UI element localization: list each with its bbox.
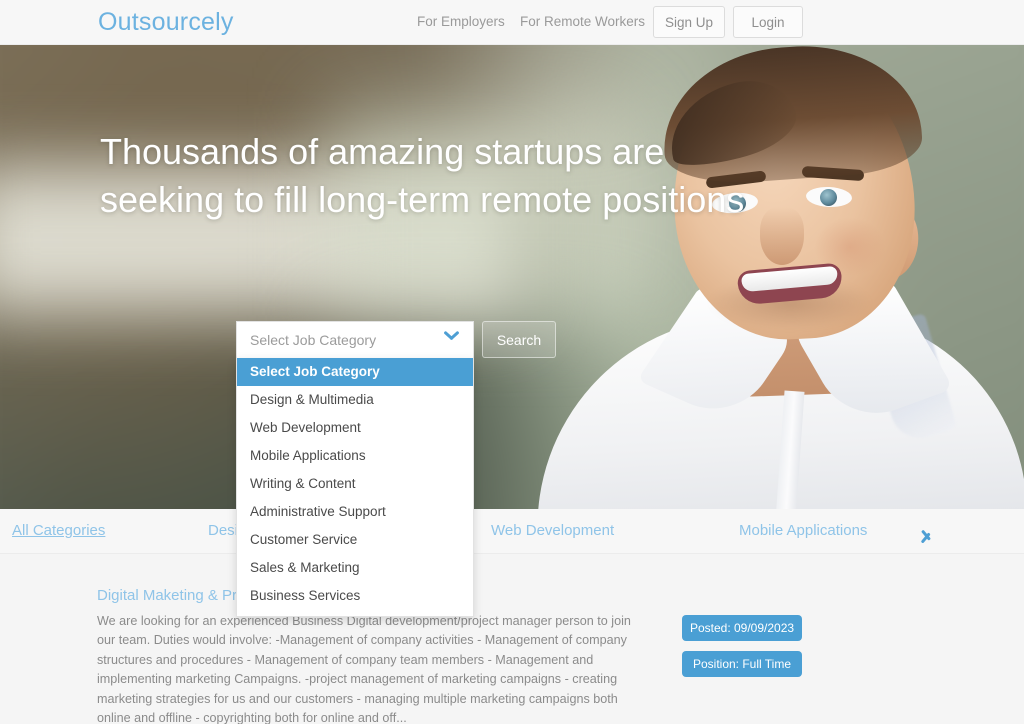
hero-person-photo	[514, 45, 1024, 515]
dropdown-option-administrative-support[interactable]: Administrative Support	[237, 498, 473, 526]
site-header: Outsourcely For Employers For Remote Wor…	[0, 0, 1024, 45]
chevron-down-icon	[444, 334, 459, 343]
dropdown-option-sales-marketing[interactable]: Sales & Marketing	[237, 554, 473, 582]
nav-item-for-remote-workers[interactable]: For Remote Workers	[520, 14, 645, 29]
posted-date-badge: Posted: 09/09/2023	[682, 615, 802, 641]
nav-item-for-employers[interactable]: For Employers	[417, 14, 505, 29]
dropdown-option-writing-content[interactable]: Writing & Content	[237, 470, 473, 498]
category-nav-bar: All Categories Design & Multimedia Web D…	[0, 509, 1024, 554]
page-root: Outsourcely For Employers For Remote Wor…	[0, 0, 1024, 724]
dropdown-option-customer-service[interactable]: Customer Service	[237, 526, 473, 554]
category-item-web-development[interactable]: Web Development	[491, 522, 614, 539]
chevron-right-icon[interactable]	[920, 529, 930, 545]
category-item-all-categories[interactable]: All Categories	[12, 522, 105, 539]
dropdown-option-business-services[interactable]: Business Services	[237, 582, 473, 610]
category-item-mobile-applications[interactable]: Mobile Applications	[739, 522, 867, 539]
job-search-widget: Select Job Category Select Job Category …	[236, 321, 556, 617]
job-listing-title[interactable]: Digital Maketing & Proj	[97, 587, 249, 604]
dropdown-option-mobile-applications[interactable]: Mobile Applications	[237, 442, 473, 470]
job-category-select[interactable]: Select Job Category	[236, 321, 474, 358]
iris-right	[820, 189, 837, 206]
hero-headline: Thousands of amazing startups are seekin…	[100, 131, 745, 220]
dropdown-option-web-development[interactable]: Web Development	[237, 414, 473, 442]
position-type-badge: Position: Full Time	[682, 651, 802, 677]
search-button[interactable]: Search	[482, 321, 556, 358]
dropdown-option-design-multimedia[interactable]: Design & Multimedia	[237, 386, 473, 414]
hero-banner: Thousands of amazing startups are seekin…	[0, 45, 1024, 515]
dropdown-option-select-job-category[interactable]: Select Job Category	[237, 358, 473, 386]
sign-up-button[interactable]: Sign Up	[653, 6, 725, 38]
teeth	[740, 265, 839, 293]
job-listing-description: We are looking for an experienced Busine…	[97, 614, 631, 724]
login-button[interactable]: Login	[733, 6, 803, 38]
site-logo[interactable]: Outsourcely	[98, 8, 234, 37]
job-category-dropdown: Select Job Category Design & Multimedia …	[236, 358, 474, 617]
job-category-select-value: Select Job Category	[250, 332, 377, 348]
hero-background-image	[0, 45, 1024, 515]
